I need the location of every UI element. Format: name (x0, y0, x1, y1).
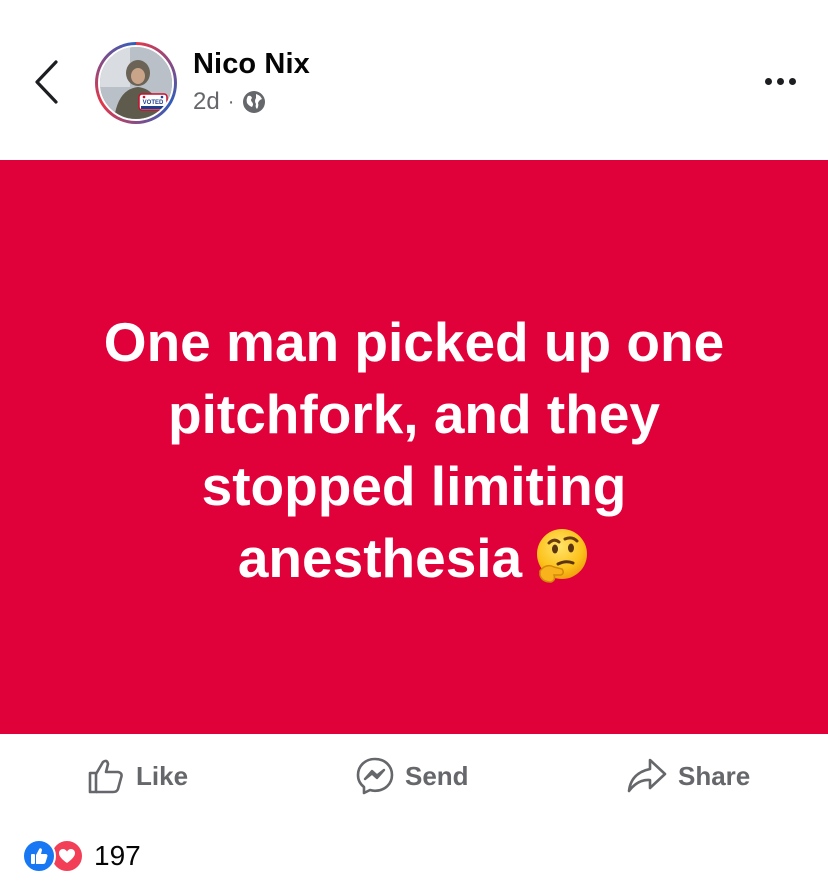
svg-text:VOTED: VOTED (143, 100, 164, 106)
like-reaction-icon (22, 839, 56, 873)
messenger-icon (356, 757, 394, 795)
like-button[interactable]: Like (86, 754, 188, 798)
voted-badge-icon: VOTED (138, 93, 168, 111)
author-name[interactable]: Nico Nix (193, 48, 310, 81)
reactions-summary[interactable]: 197 (22, 836, 141, 876)
share-label: Share (678, 760, 751, 791)
post-header: VOTED Nico Nix 2d · (0, 0, 828, 160)
avatar[interactable]: VOTED (95, 42, 177, 124)
share-button[interactable]: Share (626, 754, 750, 798)
thumbs-up-icon (88, 759, 123, 794)
globe-icon[interactable] (242, 90, 266, 114)
meta-separator: · (227, 91, 235, 113)
avatar-photo: VOTED (98, 45, 174, 121)
post-text-content: One man picked up one pitchfork, and the… (103, 311, 725, 589)
reaction-count[interactable]: 197 (94, 840, 141, 872)
more-dots-icon (764, 77, 772, 85)
action-bar: Like Send Share (0, 736, 828, 816)
post-meta: 2d · (193, 88, 266, 116)
post-content[interactable]: One man picked up one pitchfork, and the… (0, 160, 828, 734)
chevron-left-icon (35, 60, 58, 104)
post-timestamp[interactable]: 2d (193, 88, 220, 116)
send-label: Send (405, 760, 469, 791)
share-arrow-icon (627, 758, 667, 793)
send-button[interactable]: Send (355, 754, 469, 798)
like-label: Like (136, 760, 189, 791)
more-dot (776, 77, 784, 85)
post-page: VOTED Nico Nix 2d · One man picked up on… (0, 0, 828, 892)
more-dot (788, 77, 796, 85)
thinking-face-emoji (537, 529, 588, 583)
post-text: One man picked up one pitchfork, and the… (54, 306, 774, 594)
back-button[interactable] (24, 54, 68, 110)
more-options-button[interactable] (758, 66, 802, 96)
